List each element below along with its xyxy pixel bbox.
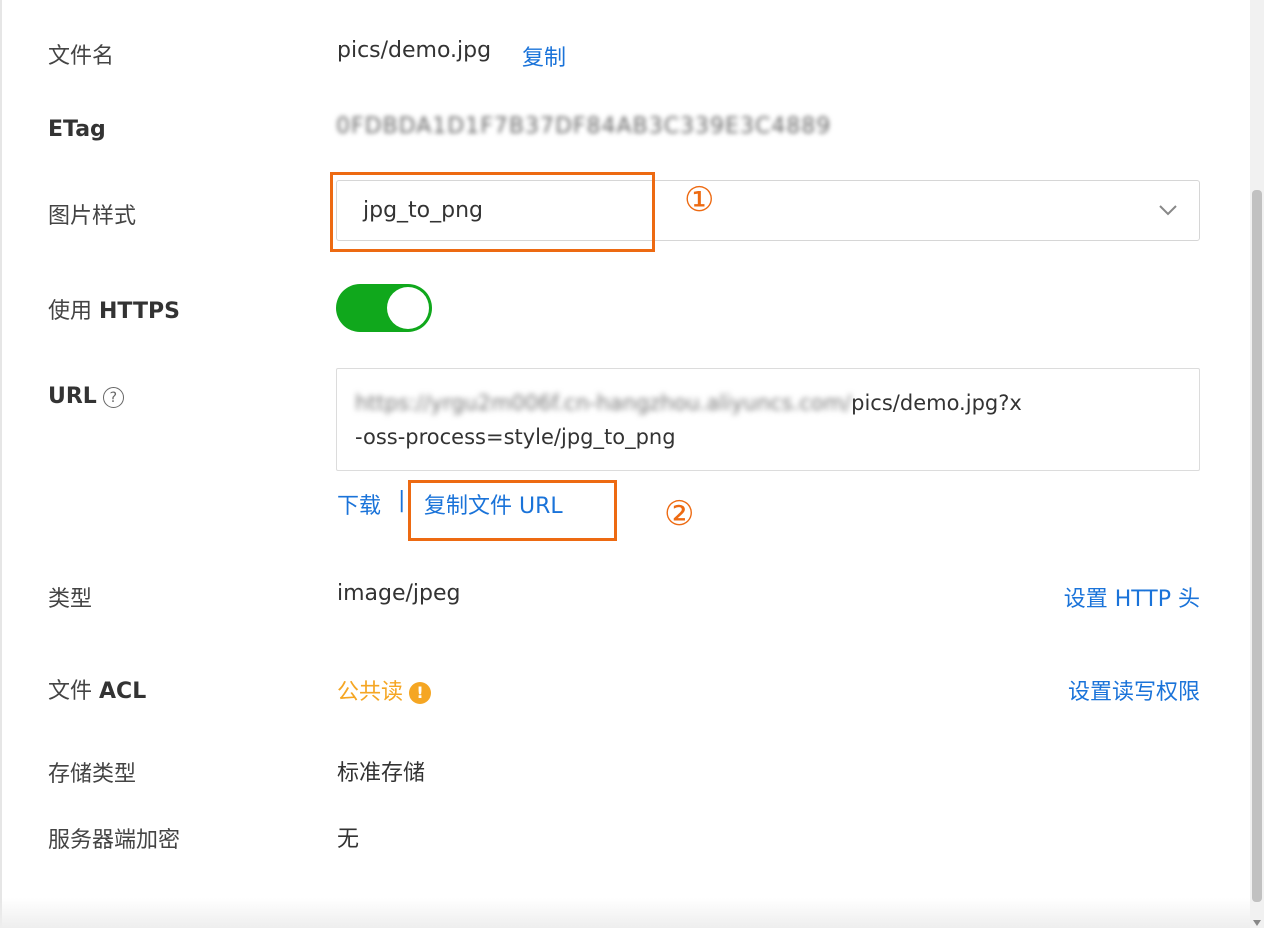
annotation-marker-2: ②	[664, 494, 695, 534]
filename-label: 文件名	[48, 44, 115, 69]
type-label: 类型	[48, 587, 93, 612]
set-http-header-link[interactable]: 设置 HTTP 头	[1064, 581, 1200, 613]
etag-value: 0FDBDA1D1F7B37DF84AB3C339E3C4889	[336, 114, 832, 139]
storage-class-value: 标准存储	[337, 761, 426, 786]
scroll-down-arrow-icon[interactable]	[1253, 920, 1261, 926]
etag-label: ETag	[48, 117, 106, 142]
chevron-down-icon	[1159, 205, 1177, 216]
filename-value: pics/demo.jpg	[337, 38, 492, 63]
acl-value: 公共读!	[337, 674, 432, 706]
annotation-marker-1: ①	[684, 180, 715, 220]
url-text-line2: -oss-process=style/jpg_to_png	[355, 425, 676, 449]
scrollbar-thumb[interactable]	[1252, 190, 1262, 902]
type-value: image/jpeg	[337, 581, 461, 606]
url-text-line1: https://yrgu2m006f.cn-hangzhou.aliyuncs.…	[355, 391, 1022, 415]
link-separator: |	[398, 488, 406, 513]
bottom-fade	[0, 898, 1250, 928]
acl-label: 文件 ACL	[48, 679, 147, 704]
toggle-knob	[387, 287, 429, 329]
image-style-label: 图片样式	[48, 204, 137, 229]
annotation-box-1	[330, 172, 655, 252]
annotation-box-2	[408, 480, 617, 541]
https-label: 使用 HTTPS	[48, 299, 180, 324]
storage-class-label: 存储类型	[48, 762, 137, 787]
download-link[interactable]: 下载	[337, 488, 381, 520]
url-blurred-prefix: https://yrgu2m006f.cn-hangzhou.aliyuncs.…	[355, 391, 852, 415]
help-icon[interactable]: ?	[102, 386, 124, 408]
warning-icon: !	[409, 682, 432, 704]
url-visible-part: pics/demo.jpg?x	[851, 391, 1022, 415]
url-label: URL?	[48, 384, 124, 409]
panel-left-border	[0, 0, 2, 928]
encryption-value: 无	[337, 827, 360, 852]
set-acl-link[interactable]: 设置读写权限	[1068, 674, 1200, 706]
vertical-scrollbar[interactable]	[1250, 0, 1264, 928]
https-toggle[interactable]	[336, 284, 432, 332]
encryption-label: 服务器端加密	[48, 828, 181, 853]
copy-filename-link[interactable]: 复制	[522, 40, 566, 72]
url-textbox[interactable]: https://yrgu2m006f.cn-hangzhou.aliyuncs.…	[336, 368, 1200, 471]
